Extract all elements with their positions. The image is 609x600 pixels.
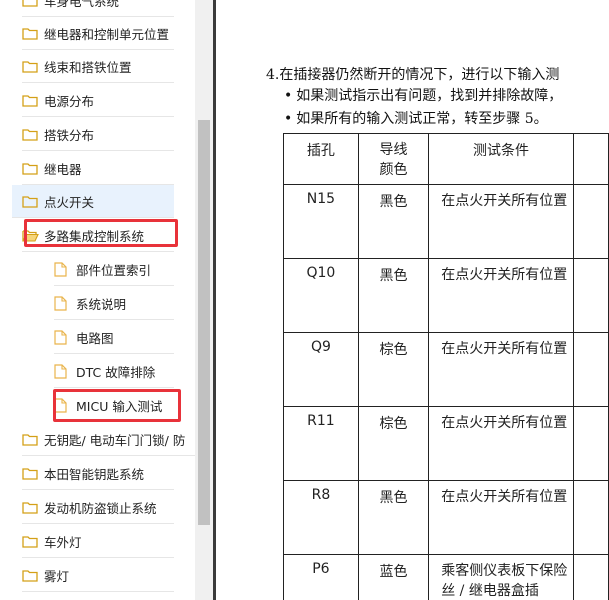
bullet-icon: • — [284, 111, 293, 127]
cell-wire-color: 蓝色 — [357, 554, 430, 600]
tree-item-relay-control-unit-locations[interactable]: 继电器和控制单元位置 — [22, 17, 174, 50]
bullet-text: 如果测试指示出有问题，找到并排除故障， — [296, 88, 563, 104]
document-icon — [54, 295, 72, 311]
folder-icon — [22, 161, 40, 175]
table-row: P6 蓝色 乘客侧仪表板下保险丝 / 继电器盒插 — [283, 554, 609, 600]
cell-extra — [572, 258, 609, 333]
tree-item-dtc-troubleshooting[interactable]: DTC 故障排除 — [54, 355, 174, 388]
header-pin: 插孔 — [283, 133, 359, 185]
highlight-box-micu-input-test — [53, 389, 181, 422]
cell-pin: P6 — [283, 554, 359, 600]
table-row: Q10 黑色 在点火开关所有位置 — [283, 258, 609, 333]
tree-item-label: 点火开关 — [44, 194, 95, 210]
tree-item-label: 电路图 — [76, 330, 114, 346]
tree-item-honda-smart-key[interactable]: 本田智能钥匙系统 — [22, 457, 174, 490]
tree-item-label: 雾灯 — [44, 568, 70, 584]
tree-item-ignition-switch[interactable]: 点火开关 — [12, 185, 174, 218]
header-wire-color-text: 导线 颜色 — [379, 142, 408, 178]
cell-wire-color: 黑色 — [357, 184, 430, 259]
cell-pin: Q9 — [283, 332, 359, 407]
tree-item-label: 发动机防盗锁止系统 — [44, 500, 157, 516]
folder-icon — [22, 26, 40, 40]
cell-pin: N15 — [283, 184, 359, 259]
bullet-item: • 如果测试指示出有问题，找到并排除故障， — [284, 85, 562, 105]
cell-pin: Q10 — [283, 258, 359, 333]
tree-item-label: 车外灯 — [44, 534, 82, 550]
cell-wire-color: 黑色 — [357, 480, 430, 555]
table-row: Q9 棕色 在点火开关所有位置 — [283, 332, 609, 407]
highlight-box-multiplex — [24, 219, 178, 247]
cell-condition: 在点火开关所有位置 — [428, 406, 574, 481]
tree-item-harness-ground-locations[interactable]: 线束和搭铁位置 — [22, 50, 174, 83]
folder-icon — [22, 127, 40, 141]
tree-item-power-distribution[interactable]: 电源分布 — [22, 84, 174, 117]
cell-pin: R8 — [283, 480, 359, 555]
tree-item-fog-lights[interactable]: 雾灯 — [22, 559, 174, 592]
sidebar-scrollbar-thumb[interactable] — [198, 120, 210, 525]
tree-item-label: 线束和搭铁位置 — [44, 59, 132, 75]
bullet-icon: • — [284, 88, 293, 104]
tree-item-system-description[interactable]: 系统说明 — [54, 287, 174, 320]
cell-condition: 在点火开关所有位置 — [428, 332, 574, 407]
folder-icon — [22, 432, 40, 446]
tree-item-immobilizer[interactable]: 发动机防盗锁止系统 — [22, 491, 174, 524]
table-row: N15 黑色 在点火开关所有位置 — [283, 184, 609, 259]
bullet-item: • 如果所有的输入测试正常，转至步骤 5。 — [284, 108, 548, 128]
folder-icon — [22, 568, 40, 582]
cell-condition: 在点火开关所有位置 — [428, 258, 574, 333]
cell-pin: R11 — [283, 406, 359, 481]
table-row: R8 黑色 在点火开关所有位置 — [283, 480, 609, 555]
tree-item-label: 电源分布 — [44, 93, 95, 109]
document-icon — [54, 329, 72, 345]
folder-icon — [22, 0, 40, 7]
document-icon — [54, 261, 72, 277]
cell-condition: 乘客侧仪表板下保险丝 / 继电器盒插 — [428, 554, 574, 600]
tree-item-ground-distribution[interactable]: 搭铁分布 — [22, 118, 174, 151]
document-icon — [54, 363, 72, 379]
tree-item-label: 车身电气系统 — [44, 0, 120, 9]
tree-item-relays[interactable]: 继电器 — [22, 152, 174, 185]
header-wire-color: 导线 颜色 — [357, 133, 430, 185]
tree-item-label: 系统说明 — [76, 296, 127, 312]
tree-item-label: 继电器 — [44, 161, 82, 177]
folder-icon — [22, 194, 40, 208]
cell-wire-color: 棕色 — [357, 332, 430, 407]
cell-extra — [572, 554, 609, 600]
cell-wire-color: 棕色 — [357, 406, 430, 481]
folder-icon — [22, 534, 40, 548]
cell-extra — [572, 184, 609, 259]
header-extra — [572, 133, 609, 185]
tree-item-label: 本田智能钥匙系统 — [44, 466, 145, 482]
header-test-condition: 测试条件 — [428, 133, 574, 185]
tree-item-exterior-lights[interactable]: 车外灯 — [22, 525, 174, 558]
cell-wire-color: 黑色 — [357, 258, 430, 333]
table-row: R11 棕色 在点火开关所有位置 — [283, 406, 609, 481]
cell-extra — [572, 406, 609, 481]
navigation-tree: 车身电气系统 继电器和控制单元位置 线束和搭铁位置 电源分布 搭铁分布 继电器 … — [0, 0, 195, 600]
cell-extra — [572, 332, 609, 407]
tree-item-component-location-index[interactable]: 部件位置索引 — [54, 253, 174, 286]
folder-icon — [22, 93, 40, 107]
tree-item-label: DTC 故障排除 — [76, 364, 156, 380]
folder-icon — [22, 59, 40, 73]
cell-extra — [572, 480, 609, 555]
tree-item-label: 部件位置索引 — [76, 262, 152, 278]
tree-item-label: 继电器和控制单元位置 — [44, 26, 170, 42]
bullet-text: 如果所有的输入测试正常，转至步骤 5。 — [296, 111, 548, 127]
tree-item-body-electrical[interactable]: 车身电气系统 — [22, 0, 174, 17]
tree-item-label: 无钥匙/ 电动车门门锁/ 防 — [44, 432, 186, 448]
input-test-table: 插孔 导线 颜色 测试条件 N15 黑色 在点火开关所有位置 Q10 黑色 在点… — [283, 133, 609, 600]
step-4-text: 4.在插接器仍然断开的情况下，进行以下输入测 — [266, 67, 560, 83]
cell-condition: 在点火开关所有位置 — [428, 480, 574, 555]
cell-condition: 在点火开关所有位置 — [428, 184, 574, 259]
tree-item-label: 搭铁分布 — [44, 127, 95, 143]
tree-item-circuit-diagram[interactable]: 电路图 — [54, 321, 174, 354]
folder-icon — [22, 500, 40, 514]
folder-icon — [22, 466, 40, 480]
table-header-row: 插孔 导线 颜色 测试条件 — [283, 133, 609, 185]
tree-item-keyless-power-door-locks[interactable]: 无钥匙/ 电动车门门锁/ 防 — [22, 423, 195, 456]
document-pane: 4.在插接器仍然断开的情况下，进行以下输入测 • 如果测试指示出有问题，找到并排除… — [216, 0, 609, 600]
